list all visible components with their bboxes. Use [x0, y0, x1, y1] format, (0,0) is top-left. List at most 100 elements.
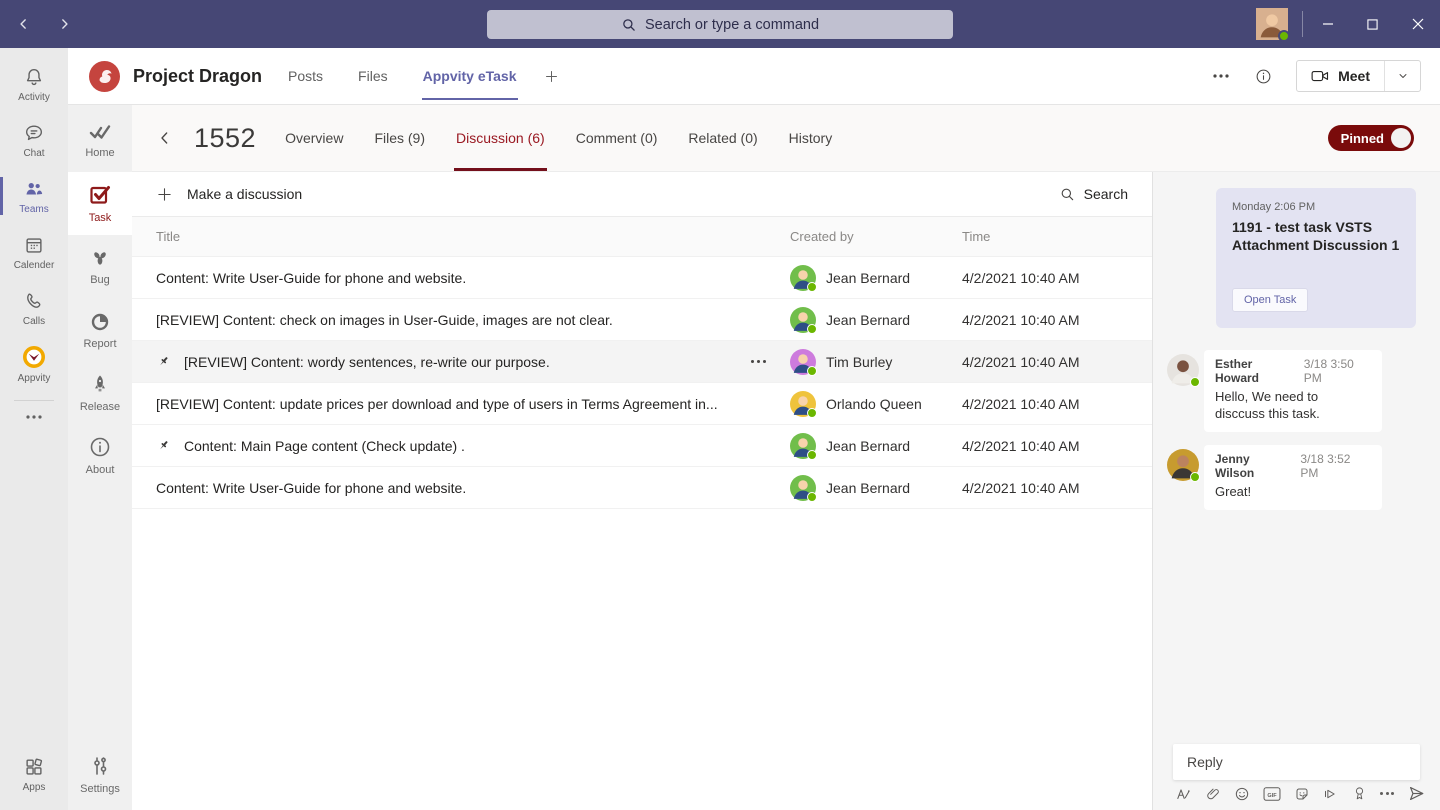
sender-avatar	[1167, 449, 1199, 481]
settings-sliders-icon	[88, 754, 112, 778]
add-tab-icon[interactable]	[544, 69, 559, 84]
minimize-button[interactable]	[1305, 0, 1350, 48]
message-text: Hello, We need to disccuss this task.	[1215, 388, 1371, 423]
make-discussion-button[interactable]: Make a discussion	[156, 186, 302, 203]
tab-posts[interactable]: Posts	[287, 49, 324, 103]
sender-avatar	[1167, 354, 1199, 386]
creator-avatar	[790, 307, 816, 333]
format-icon[interactable]	[1175, 785, 1192, 802]
sticker-icon[interactable]	[1294, 786, 1310, 802]
tab-comment[interactable]: Comment (0)	[574, 105, 660, 171]
maximize-button[interactable]	[1350, 0, 1395, 48]
sidebar-item-apps[interactable]: Apps	[0, 746, 68, 802]
etask-item-bug[interactable]: Bug	[68, 235, 132, 298]
table-row[interactable]: [REVIEW] Content: update prices per down…	[132, 383, 1152, 425]
pinned-label: Pinned	[1341, 131, 1384, 146]
etask-item-task[interactable]: Task	[68, 172, 132, 235]
open-task-button[interactable]: Open Task	[1232, 288, 1308, 312]
chat-messages: Esther Howard 3/18 3:50 PM Hello, We nee…	[1153, 350, 1440, 510]
team-title: Project Dragon	[133, 66, 262, 87]
compose-more-icon[interactable]	[1380, 792, 1394, 795]
channel-more-icon[interactable]	[1199, 74, 1243, 78]
search-icon	[1059, 186, 1075, 202]
table-row[interactable]: Content: Write User-Guide for phone and …	[132, 467, 1152, 509]
bell-icon	[23, 66, 45, 88]
meet-button[interactable]: Meet	[1297, 68, 1384, 84]
sidebar-item-appvity[interactable]: Appvity	[0, 336, 68, 392]
table-row[interactable]: [REVIEW] Content: check on images in Use…	[132, 299, 1152, 341]
etask-item-about[interactable]: About	[68, 424, 132, 487]
chat-message: Jenny Wilson 3/18 3:52 PM Great!	[1167, 445, 1440, 510]
tab-discussion[interactable]: Discussion (6)	[454, 105, 547, 171]
send-icon[interactable]	[1407, 784, 1426, 803]
etask-item-settings[interactable]: Settings	[68, 743, 132, 806]
channel-info-icon[interactable]	[1243, 68, 1284, 85]
sender-name: Jenny Wilson	[1215, 452, 1291, 480]
tab-overview[interactable]: Overview	[283, 105, 345, 171]
etask-sidebar: Home Task Bug Report Release About Setti…	[68, 105, 132, 810]
row-more-button[interactable]	[747, 356, 770, 367]
table-row[interactable]: Content: Main Page content (Check update…	[132, 425, 1152, 467]
card-title: 1191 - test task VSTS Attachment Discuss…	[1232, 218, 1400, 255]
compose-toolbar: GIF	[1175, 784, 1426, 803]
etask-item-report[interactable]: Report	[68, 298, 132, 361]
list-search-button[interactable]: Search	[1059, 186, 1128, 202]
table-row[interactable]: Content: Write User-Guide for phone and …	[132, 257, 1152, 299]
sidebar-item-calendar[interactable]: Calender	[0, 224, 68, 280]
more-apps-icon[interactable]	[26, 403, 42, 431]
bug-icon	[88, 247, 112, 269]
presence-badge	[1190, 377, 1200, 387]
presence-badge	[1190, 472, 1200, 482]
tab-appvity-etask[interactable]: Appvity eTask	[422, 49, 518, 103]
task-reference-card: Monday 2:06 PM 1191 - test task VSTS Att…	[1216, 188, 1416, 328]
back-icon[interactable]	[12, 12, 36, 36]
sidebar-item-calls[interactable]: Calls	[0, 280, 68, 336]
tab-history[interactable]: History	[787, 105, 835, 171]
stream-share-icon[interactable]	[1322, 786, 1339, 802]
forward-icon[interactable]	[52, 12, 76, 36]
table-row[interactable]: [REVIEW] Content: wordy sentences, re-wr…	[132, 341, 1152, 383]
presence-badge	[807, 408, 817, 418]
message-time: 3/18 3:50 PM	[1304, 357, 1371, 385]
attach-icon[interactable]	[1205, 786, 1221, 802]
chat-message: Esther Howard 3/18 3:50 PM Hello, We nee…	[1167, 350, 1440, 432]
emoji-icon[interactable]	[1234, 786, 1250, 802]
meet-split-button: Meet	[1296, 60, 1421, 92]
pinned-toggle[interactable]: Pinned	[1328, 125, 1414, 151]
praise-icon[interactable]	[1352, 785, 1367, 802]
back-chevron-icon[interactable]	[157, 130, 173, 146]
apps-grid-icon	[23, 756, 45, 778]
creator-avatar	[790, 391, 816, 417]
task-id: 1552	[194, 123, 256, 154]
tab-files[interactable]: Files (9)	[372, 105, 427, 171]
user-avatar[interactable]	[1256, 8, 1288, 40]
presence-badge	[1278, 30, 1290, 42]
appvity-logo-icon	[22, 345, 46, 369]
close-button[interactable]	[1395, 0, 1440, 48]
command-search-bar[interactable]: Search or type a command	[487, 10, 953, 39]
discussion-list-panel: Make a discussion Search Title Created b…	[132, 172, 1153, 810]
task-checkbox-icon	[88, 183, 112, 207]
card-timestamp: Monday 2:06 PM	[1232, 201, 1400, 213]
tab-related[interactable]: Related (0)	[686, 105, 759, 171]
team-logo-icon	[89, 61, 120, 92]
task-tabs: Overview Files (9) Discussion (6) Commen…	[283, 105, 834, 171]
tab-files[interactable]: Files	[357, 49, 389, 103]
titlebar-divider	[1302, 11, 1303, 37]
rail-divider	[14, 400, 54, 401]
etask-item-home[interactable]: Home	[68, 109, 132, 172]
column-header-time: Time	[962, 229, 1152, 244]
meet-dropdown-chevron[interactable]	[1385, 61, 1420, 91]
discussion-chat-panel: Monday 2:06 PM 1191 - test task VSTS Att…	[1153, 172, 1440, 810]
reply-input[interactable]	[1173, 744, 1420, 780]
sidebar-item-activity[interactable]: Activity	[0, 56, 68, 112]
task-detail-header: 1552 Overview Files (9) Discussion (6) C…	[132, 105, 1440, 172]
creator-avatar	[790, 433, 816, 459]
presence-badge	[807, 324, 817, 334]
sidebar-item-chat[interactable]: Chat	[0, 112, 68, 168]
presence-badge	[807, 282, 817, 292]
gif-icon[interactable]: GIF	[1263, 786, 1281, 802]
search-placeholder-text: Search or type a command	[645, 17, 819, 33]
sidebar-item-teams[interactable]: Teams	[0, 168, 68, 224]
etask-item-release[interactable]: Release	[68, 361, 132, 424]
